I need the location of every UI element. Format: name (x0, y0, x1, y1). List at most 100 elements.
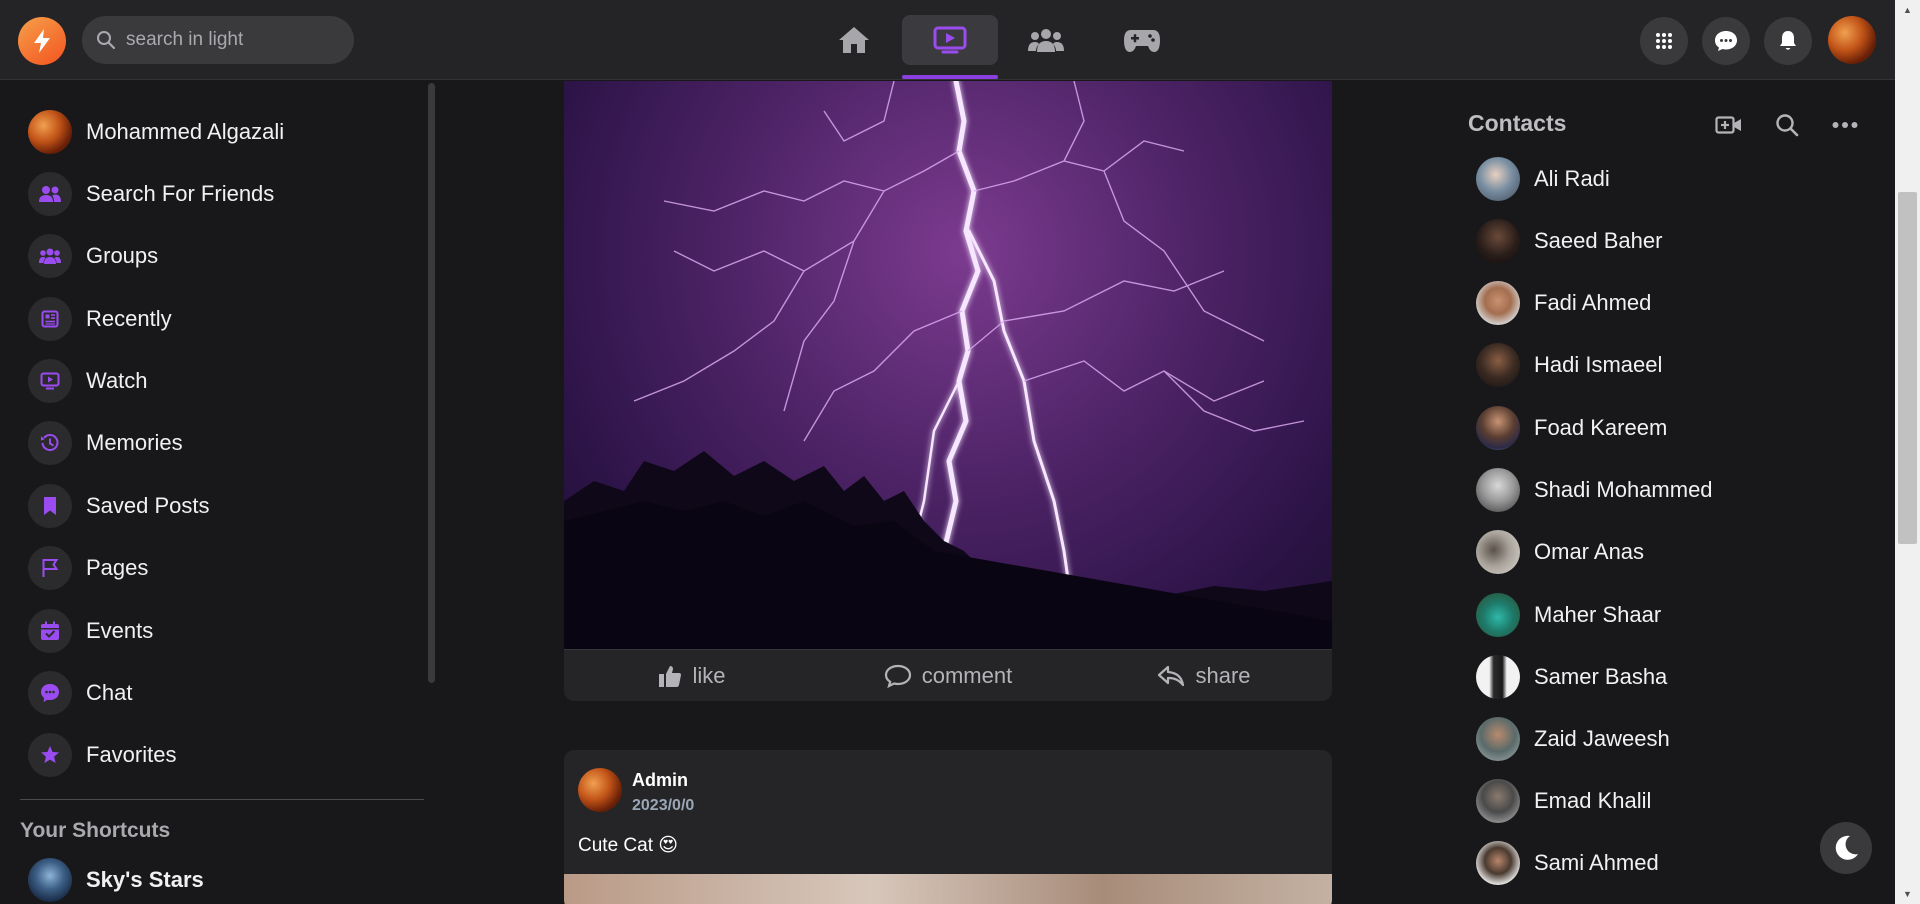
contact-item[interactable]: Zaid Jaweesh (1476, 714, 1856, 764)
sidebar-item-events[interactable]: Events (28, 605, 408, 657)
contact-name: Hadi Ismaeel (1534, 352, 1663, 377)
contact-name: Ali Radi (1534, 166, 1610, 191)
share-label: share (1195, 662, 1251, 688)
shortcut-item[interactable]: Sky's Stars (28, 854, 408, 904)
left-sidebar: Mohammed Algazali Search For Friends Gro… (0, 81, 435, 904)
author-avatar[interactable] (578, 768, 622, 812)
friends-icon (39, 186, 61, 202)
contact-item[interactable]: Emad Khalil (1476, 776, 1856, 826)
tab-watch[interactable] (902, 15, 998, 65)
contact-name: Maher Shaar (1534, 602, 1662, 627)
more-options-icon (1832, 122, 1858, 128)
grid-menu-icon (1656, 33, 1672, 49)
sidebar-item-groups[interactable]: Groups (28, 230, 408, 282)
sidebar-item-label: Events (86, 618, 154, 643)
sidebar-item-memories[interactable]: Memories (28, 417, 408, 469)
contact-item[interactable]: Fadi Ahmed (1476, 278, 1856, 328)
avatar (1476, 281, 1520, 325)
top-navigation-bar (0, 0, 1895, 80)
share-icon (1158, 665, 1185, 686)
shortcuts-heading: Your Shortcuts (20, 819, 171, 842)
star-icon (41, 746, 59, 763)
divider (20, 799, 424, 800)
sidebar-item-label: Memories (86, 430, 183, 455)
home-icon (839, 27, 869, 53)
page-scrollbar-thumb[interactable] (1898, 192, 1917, 544)
like-button[interactable]: like (564, 663, 820, 689)
contact-item[interactable]: Ali Radi (1476, 154, 1856, 204)
dark-mode-toggle[interactable] (1820, 822, 1872, 874)
contact-item[interactable]: Maher Shaar (1476, 590, 1856, 640)
avatar (1476, 779, 1520, 823)
sidebar-item-recently[interactable]: Recently (28, 293, 408, 345)
sidebar-item-favorites[interactable]: Favorites (28, 729, 408, 781)
messages-button[interactable] (1702, 17, 1750, 65)
sidebar-item-chat[interactable]: Chat (28, 667, 408, 719)
comment-icon (884, 664, 911, 688)
contact-item[interactable]: Samer Basha (1476, 652, 1856, 702)
lightning-photo (564, 81, 1332, 649)
bookmark-icon (44, 497, 56, 515)
contact-item[interactable]: Hadi Ismaeel (1476, 340, 1856, 390)
post-caption: Cute Cat 😍 (578, 835, 679, 856)
scroll-down-arrow[interactable]: ▼ (1898, 886, 1917, 902)
post-date: 2023/0/0 (632, 797, 695, 814)
avatar (1476, 406, 1520, 450)
like-label: like (692, 662, 726, 688)
post-actions-bar: like comment share (564, 649, 1332, 701)
sidebar-item-label: Pages (86, 555, 149, 580)
bell-icon (1780, 31, 1796, 50)
chat-icon (41, 684, 59, 702)
search-bar[interactable] (82, 16, 354, 64)
tab-home[interactable] (806, 15, 902, 65)
contact-item[interactable]: Saeed Baher (1476, 216, 1856, 266)
avatar (1476, 593, 1520, 637)
contact-name: Emad Khalil (1534, 788, 1652, 813)
sidebar-item-label: Saved Posts (86, 493, 210, 518)
post-author[interactable]: Admin (632, 770, 688, 791)
sidebar-item-label: Recently (86, 306, 172, 331)
newspaper-icon (41, 310, 59, 328)
share-button[interactable]: share (1076, 663, 1332, 689)
contacts-search-button[interactable] (1770, 110, 1804, 140)
shortcut-label: Sky's Stars (86, 867, 204, 892)
video-camera-icon (1715, 116, 1741, 134)
avatar (1476, 841, 1520, 885)
search-input[interactable] (126, 29, 346, 51)
contact-item[interactable]: Omar Anas (1476, 527, 1856, 577)
shortcut-avatar (28, 858, 72, 902)
contact-name: Shadi Mohammed (1534, 477, 1713, 502)
post-image-lightning (564, 81, 1332, 649)
flag-icon (42, 559, 59, 577)
avatar (1476, 717, 1520, 761)
tab-gaming[interactable] (1094, 15, 1190, 65)
app-logo[interactable] (18, 17, 66, 65)
sidebar-item-pages[interactable]: Pages (28, 542, 408, 594)
notifications-button[interactable] (1764, 17, 1812, 65)
tab-groups[interactable] (998, 15, 1094, 65)
comment-label: comment (921, 662, 1013, 688)
new-video-call-button[interactable] (1712, 110, 1746, 140)
sidebar-scrollbar[interactable] (428, 83, 435, 683)
search-icon (1776, 114, 1799, 137)
thumbs-up-icon (659, 665, 682, 687)
menu-button[interactable] (1640, 17, 1688, 65)
avatar (28, 110, 72, 154)
contacts-options-button[interactable] (1828, 110, 1862, 140)
profile-avatar[interactable] (1828, 16, 1876, 64)
sidebar-item-watch[interactable]: Watch (28, 355, 408, 407)
message-icon (1715, 31, 1737, 51)
contact-name: Sami Ahmed (1534, 850, 1659, 875)
post-card: like comment share (564, 81, 1332, 701)
contact-item[interactable]: Shadi Mohammed (1476, 465, 1856, 515)
comment-button[interactable]: comment (820, 663, 1076, 689)
contact-item[interactable]: Sami Ahmed (1476, 838, 1856, 888)
contact-item[interactable]: Foad Kareem (1476, 403, 1856, 453)
sidebar-item-search-friends[interactable]: Search For Friends (28, 168, 408, 220)
scroll-up-arrow[interactable]: ▲ (1898, 2, 1917, 18)
watch-icon (40, 372, 60, 390)
contact-name: Samer Basha (1534, 664, 1668, 689)
sidebar-profile[interactable]: Mohammed Algazali (28, 106, 408, 158)
post-image-cat (564, 874, 1332, 904)
sidebar-item-saved-posts[interactable]: Saved Posts (28, 480, 408, 532)
